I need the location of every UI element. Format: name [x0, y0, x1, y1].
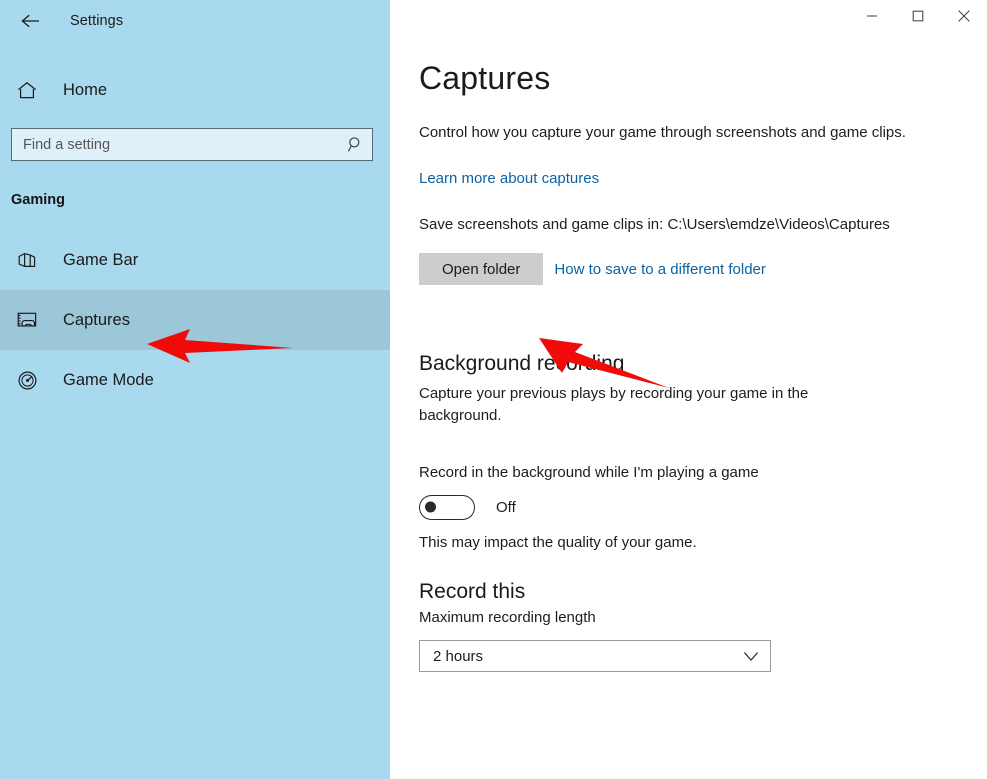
save-location-text: Save screenshots and game clips in: C:\U…: [419, 216, 890, 234]
open-folder-button[interactable]: Open folder: [419, 253, 544, 286]
game-bar-icon: [13, 246, 41, 274]
max-recording-length-label: Maximum recording length: [419, 609, 596, 627]
sidebar-item-game-bar-label: Game Bar: [63, 250, 139, 269]
background-recording-description: Capture your previous plays by recording…: [419, 385, 809, 424]
maximize-button[interactable]: [895, 0, 941, 32]
background-recording-toggle-state: Off: [496, 498, 516, 516]
minimize-button[interactable]: [849, 0, 895, 32]
sidebar-section-header: Gaming: [11, 192, 65, 208]
app-title: Settings: [70, 13, 124, 29]
close-button[interactable]: [941, 0, 987, 32]
window-controls: [849, 0, 987, 32]
sidebar-item-captures[interactable]: Captures: [0, 290, 390, 350]
background-recording-note: This may impact the quality of your game…: [419, 533, 697, 551]
background-recording-toggle[interactable]: [419, 494, 475, 520]
sidebar-titlebar: Settings: [0, 0, 390, 42]
settings-window: Settings Home Gaming: [0, 0, 987, 779]
folder-actions-row: Open folder How to save to a different f…: [419, 253, 987, 286]
background-recording-title: Background recording: [419, 352, 625, 376]
chevron-down-icon[interactable]: [743, 651, 759, 662]
toggle-knob: [425, 501, 436, 513]
sidebar-item-game-mode[interactable]: Game Mode: [0, 350, 390, 410]
learn-more-link[interactable]: Learn more about captures: [419, 170, 599, 187]
home-icon: [13, 76, 41, 104]
record-this-title: Record this: [419, 579, 526, 603]
search-input[interactable]: [23, 136, 347, 153]
page-description: Control how you capture your game throug…: [419, 124, 906, 141]
game-mode-icon: [13, 366, 41, 394]
sidebar-item-game-mode-label: Game Mode: [63, 370, 154, 389]
sidebar-nav-list: Game Bar Captures Game Mode: [0, 230, 390, 410]
sidebar-item-captures-label: Captures: [63, 310, 130, 329]
sidebar-item-home[interactable]: Home: [0, 68, 390, 112]
sidebar-item-home-label: Home: [63, 80, 108, 99]
background-recording-toggle-label: Record in the background while I'm playi…: [419, 463, 759, 481]
different-folder-link[interactable]: How to save to a different folder: [554, 261, 766, 278]
search-box[interactable]: [11, 128, 373, 161]
background-recording-toggle-row: Off: [419, 494, 987, 520]
max-recording-length-value: 2 hours: [433, 647, 484, 665]
captures-icon: [13, 306, 41, 334]
search-icon[interactable]: [347, 136, 364, 153]
sidebar: Settings Home Gaming: [0, 0, 390, 779]
page-title: Captures: [419, 60, 551, 96]
sidebar-item-game-bar[interactable]: Game Bar: [0, 230, 390, 290]
max-recording-length-dropdown[interactable]: 2 hours: [419, 640, 771, 673]
back-arrow-icon[interactable]: [14, 6, 48, 36]
main-content: Captures Control how you capture your ga…: [390, 0, 987, 779]
captures-settings-panel: Captures Control how you capture your ga…: [390, 0, 987, 673]
